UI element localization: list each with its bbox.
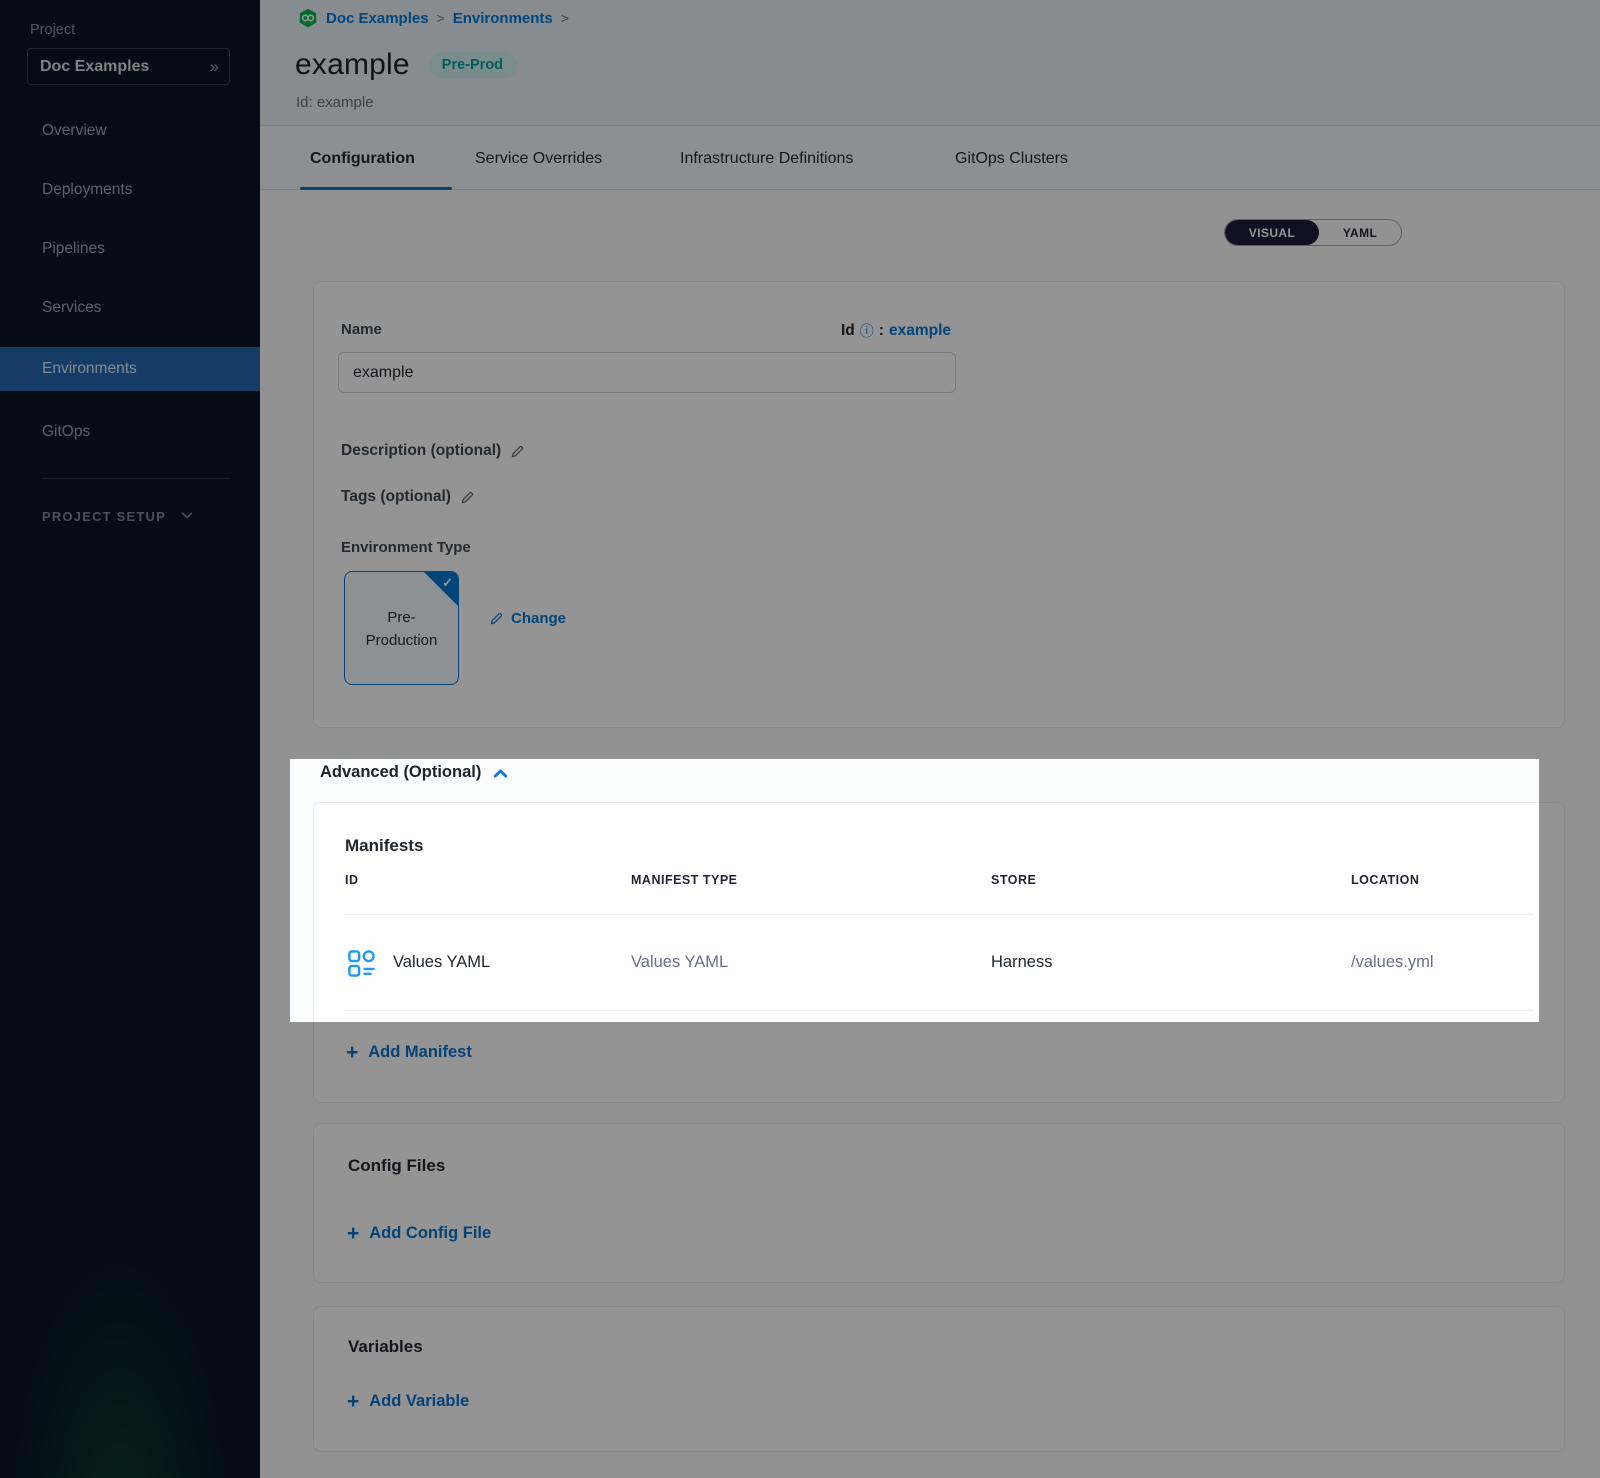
id-block: Id ⓘ : example	[841, 321, 951, 341]
configuration-content: VISUAL YAML Name Id ⓘ : example Descript…	[260, 190, 1600, 1478]
plus-icon: +	[347, 1394, 359, 1410]
tags-label: Tags (optional)	[341, 488, 475, 506]
sidebar-item-gitops[interactable]: GitOps	[0, 410, 260, 454]
breadcrumb-separator: >	[561, 10, 569, 26]
toggle-visual-button[interactable]: VISUAL	[1225, 220, 1319, 245]
plus-icon: +	[346, 1045, 358, 1061]
manifest-id-cell: Values YAML	[393, 915, 490, 1010]
sidebar-item-environments[interactable]: Environments	[0, 347, 260, 391]
edit-pencil-icon	[489, 611, 504, 626]
change-environment-type-button[interactable]: Change	[489, 610, 566, 627]
add-manifest-button[interactable]: + Add Manifest	[346, 1043, 472, 1062]
add-config-file-button[interactable]: + Add Config File	[347, 1224, 491, 1243]
plus-icon: +	[347, 1226, 359, 1242]
project-logo-icon	[298, 8, 318, 28]
variables-title: Variables	[348, 1337, 423, 1357]
breadcrumb-separator: >	[437, 10, 445, 26]
environment-type-label: Environment Type	[341, 539, 471, 556]
sidebar-item-pipelines[interactable]: Pipelines	[0, 227, 260, 271]
edit-tags-icon[interactable]	[460, 490, 475, 505]
column-manifest-type: MANIFEST TYPE	[631, 873, 738, 887]
id-value-link[interactable]: example	[889, 322, 951, 340]
manifests-table-header: ID MANIFEST TYPE STORE LOCATION	[314, 873, 1564, 891]
tabs-bar: Configuration Service Overrides Infrastr…	[260, 125, 1600, 190]
description-label: Description (optional)	[341, 442, 525, 460]
variables-card: Variables + Add Variable	[313, 1306, 1565, 1452]
id-label: Id	[841, 322, 855, 340]
page-header: Doc Examples > Environments > example Pr…	[260, 0, 1600, 125]
edit-description-icon[interactable]	[510, 444, 525, 459]
project-selector[interactable]: Doc Examples »	[27, 48, 230, 85]
toggle-yaml-button[interactable]: YAML	[1319, 220, 1401, 245]
sidebar-project-setup[interactable]: PROJECT SETUP	[42, 503, 232, 529]
breadcrumb-link-project[interactable]: Doc Examples	[326, 10, 429, 27]
chevron-down-icon	[180, 508, 194, 525]
add-variable-button[interactable]: + Add Variable	[347, 1392, 469, 1411]
name-label: Name	[341, 321, 382, 338]
config-files-card: Config Files + Add Config File	[313, 1123, 1565, 1283]
manifests-title: Manifests	[345, 836, 423, 856]
check-icon: ✓	[442, 575, 453, 591]
page-title: example	[295, 48, 410, 82]
breadcrumb-link-environments[interactable]: Environments	[453, 10, 553, 27]
tab-infrastructure-definitions[interactable]: Infrastructure Definitions	[680, 150, 853, 168]
env-type-badge: Pre-Prod	[428, 52, 517, 78]
visual-yaml-toggle: VISUAL YAML	[1224, 219, 1402, 246]
manifest-store-cell: Harness	[991, 915, 1052, 1010]
environment-configuration-page: Project Doc Examples » Overview Deployme…	[0, 0, 1600, 1478]
tab-configuration[interactable]: Configuration	[310, 150, 415, 168]
column-location: LOCATION	[1351, 873, 1419, 887]
project-label: Project	[30, 22, 75, 38]
sidebar-item-deployments[interactable]: Deployments	[0, 168, 260, 212]
tab-service-overrides[interactable]: Service Overrides	[475, 150, 602, 168]
table-divider	[344, 1010, 1534, 1011]
column-store: STORE	[991, 873, 1036, 887]
manifest-location-cell: /values.yml	[1351, 915, 1434, 1010]
config-files-title: Config Files	[348, 1156, 445, 1176]
sidebar-item-overview[interactable]: Overview	[0, 109, 260, 153]
sidebar: Project Doc Examples » Overview Deployme…	[0, 0, 260, 1478]
main-area: Doc Examples > Environments > example Pr…	[260, 0, 1600, 1478]
breadcrumb: Doc Examples > Environments >	[298, 8, 569, 28]
column-id: ID	[345, 873, 359, 887]
manifests-card: Manifests ID MANIFEST TYPE STORE LOCATIO…	[313, 802, 1565, 1103]
values-yaml-manifest-icon	[347, 949, 376, 983]
chevron-up-icon	[492, 765, 509, 782]
sidebar-item-services[interactable]: Services	[0, 286, 260, 330]
project-selector-value: Doc Examples	[40, 58, 149, 76]
environment-details-card: Name Id ⓘ : example Description (optiona…	[313, 281, 1565, 728]
environment-type-value: Pre-Production	[345, 606, 458, 652]
advanced-section-toggle[interactable]: Advanced (Optional)	[320, 763, 509, 782]
environment-type-card-preproduction[interactable]: ✓ Pre-Production	[344, 571, 459, 685]
name-input[interactable]	[338, 352, 956, 393]
tab-gitops-clusters[interactable]: GitOps Clusters	[955, 150, 1068, 168]
sidebar-divider	[42, 478, 230, 479]
entity-id-line: Id: example	[296, 94, 374, 111]
double-chevron-right-icon: »	[210, 57, 217, 77]
manifest-table-row[interactable]: Values YAML Values YAML Harness /values.…	[314, 915, 1564, 1010]
manifest-type-cell: Values YAML	[631, 915, 728, 1010]
info-icon[interactable]: ⓘ	[860, 321, 874, 341]
